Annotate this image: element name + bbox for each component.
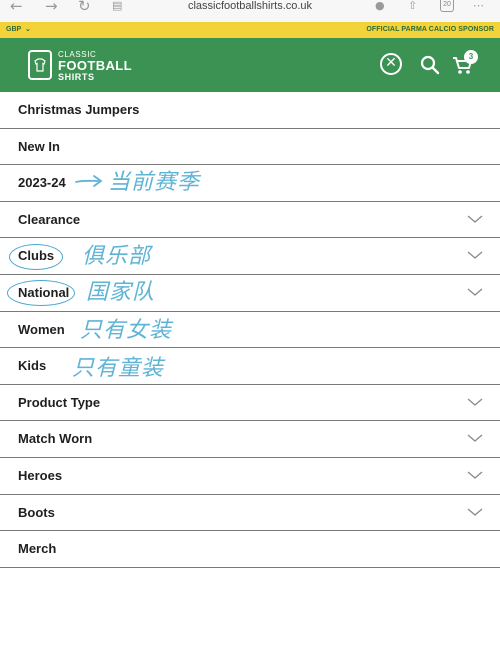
chevron-down-icon: ⌄ <box>23 26 31 33</box>
menu-item[interactable]: Clearance <box>0 202 500 239</box>
chevron-down-icon[interactable] <box>467 214 483 224</box>
menu-item-label: New In <box>18 138 60 154</box>
season-annotation: 当前赛季 <box>108 170 201 195</box>
kids-annotation: 只有童装 <box>72 356 165 381</box>
menu-item-label: Product Type <box>18 394 101 410</box>
menu-item-label: Merch <box>18 541 57 557</box>
menu-item-label: Boots <box>18 504 55 520</box>
clubs-annotation: 俱乐部 <box>82 244 152 269</box>
menu-item[interactable]: Clubs <box>0 238 500 275</box>
menu-item[interactable]: Match Worn <box>0 421 500 458</box>
currency-selector[interactable]: GBP ⌄ <box>6 25 31 35</box>
menu-item[interactable]: Merch <box>0 531 500 568</box>
menu-item[interactable]: Heroes <box>0 458 500 495</box>
menu-item[interactable]: Boots <box>0 495 500 532</box>
menu-item[interactable]: Women <box>0 312 500 349</box>
chevron-down-icon[interactable] <box>467 507 483 517</box>
cart-count-badge: 3 <box>464 50 478 64</box>
shirt-badge-icon <box>28 50 52 80</box>
sponsor-text: OFFICIAL PARMA CALCIO SPONSOR <box>366 26 494 33</box>
site-logo[interactable]: CLASSIC FOOTBALL SHIRTS <box>28 50 138 82</box>
women-annotation: 只有女装 <box>80 318 173 343</box>
tab-count-button[interactable]: 20 <box>440 0 454 12</box>
chevron-down-icon[interactable] <box>467 397 483 407</box>
logo-wordmark: CLASSIC FOOTBALL SHIRTS <box>58 50 132 82</box>
close-menu-button[interactable]: ✕ <box>380 53 402 75</box>
menu-item-label: Kids <box>18 358 47 374</box>
browser-toolbar: ← → ↻ ▤ classicfootballshirts.co.uk ● ⇧ … <box>0 0 500 22</box>
menu-item-label: Clearance <box>18 211 81 227</box>
menu-item[interactable]: National <box>0 275 500 312</box>
share-icon[interactable]: ⇧ <box>408 0 417 12</box>
promo-strip: GBP ⌄ OFFICIAL PARMA CALCIO SPONSOR <box>0 22 500 38</box>
site-header: CLASSIC FOOTBALL SHIRTS ✕ 3 <box>0 38 500 92</box>
close-icon: ✕ <box>385 55 397 71</box>
menu-item[interactable]: New In <box>0 129 500 166</box>
national-annotation: 国家队 <box>86 280 156 305</box>
chevron-down-icon[interactable] <box>467 250 483 260</box>
address-bar-url[interactable]: classicfootballshirts.co.uk <box>0 0 500 12</box>
more-icon[interactable]: ⋯ <box>473 0 484 12</box>
menu-item-label: Christmas Jumpers <box>18 102 140 117</box>
annotation-arrow-icon <box>75 175 103 187</box>
currency-label: GBP <box>6 26 22 33</box>
search-icon[interactable] <box>420 55 440 75</box>
logo-line-3: SHIRTS <box>58 72 95 82</box>
menu-item[interactable]: Christmas Jumpers <box>0 92 500 129</box>
menu-item[interactable]: Product Type <box>0 385 500 422</box>
national-annotation-circle <box>7 280 75 306</box>
menu-item-label: Heroes <box>18 467 63 483</box>
logo-line-2: FOOTBALL <box>58 58 132 73</box>
chevron-down-icon[interactable] <box>467 470 483 480</box>
chevron-down-icon[interactable] <box>467 287 483 297</box>
menu-item-label: Women <box>18 321 65 337</box>
menu-item-label: 2023-24 <box>18 175 66 191</box>
navigation-menu: Christmas Jumpers New In 2023-24 Clearance C… <box>0 92 500 568</box>
chevron-down-icon[interactable] <box>467 433 483 443</box>
microphone-icon[interactable]: ● <box>375 0 385 12</box>
clubs-annotation-circle <box>9 244 63 270</box>
menu-item-label: Match Worn <box>18 431 93 447</box>
